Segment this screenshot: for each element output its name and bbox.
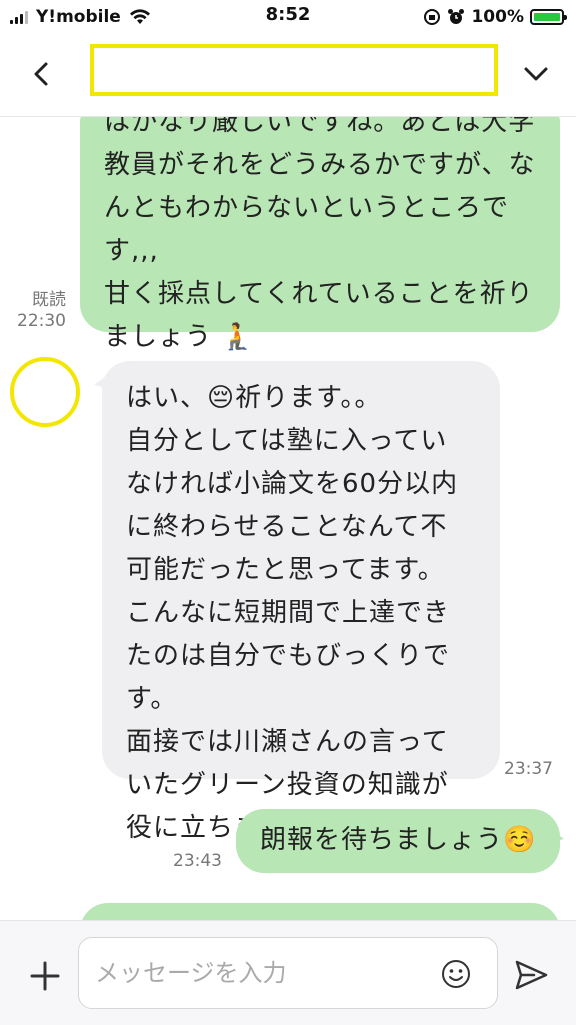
- alarm-icon: [448, 9, 465, 24]
- battery-fill: [534, 13, 560, 21]
- message-line: いたグリーン投資の知識が: [126, 770, 449, 800]
- message-line: す,,,: [104, 236, 159, 266]
- message-line: こんなに短期間で上達でき: [126, 598, 451, 628]
- status-bar: Y!mobile 8:52 100%: [0, 0, 576, 34]
- message-input[interactable]: [78, 937, 498, 1009]
- battery-percent: 100%: [471, 7, 524, 27]
- chevron-down-icon[interactable]: [518, 56, 554, 92]
- avatar[interactable]: [10, 357, 80, 427]
- message-line: 可能だったと思ってます。: [126, 555, 445, 585]
- message-line: 面接では川瀬さんの言って: [126, 727, 449, 757]
- bubble-tail: [548, 827, 564, 843]
- message-time: 23:37: [504, 759, 553, 779]
- plus-icon[interactable]: [28, 959, 62, 993]
- chat-title: [90, 44, 498, 96]
- message-input-bar: [0, 920, 576, 1025]
- message-line: す。: [126, 684, 178, 714]
- message-line: 朗報を待ちましょう☺️: [260, 825, 537, 855]
- message-line: 甘く採点してくれていることを祈り: [104, 279, 534, 309]
- send-icon[interactable]: [514, 959, 548, 991]
- message-time: 22:30: [17, 311, 66, 331]
- chat-area[interactable]: はかなり厳しいですね。あとは大学 教員がそれをどうみるかですが、な んともわから…: [0, 117, 576, 920]
- message-bubble-own[interactable]: 朗報を待ちましょう☺️: [236, 809, 560, 873]
- message-time: 23:43: [173, 851, 222, 871]
- message-line: ましょう 🧎: [104, 322, 255, 352]
- message-bubble-own[interactable]: [80, 903, 560, 920]
- message-line: 自分としては塾に入ってい: [126, 426, 448, 456]
- message-bubble-other[interactable]: はい、😔祈ります。。 自分としては塾に入ってい なければ小論文を60分以内 に終…: [102, 361, 500, 843]
- orientation-lock-icon: [424, 9, 441, 25]
- message-line: はい、😔祈ります。。: [126, 383, 382, 413]
- chat-header: [0, 34, 576, 117]
- battery-icon: [530, 9, 567, 25]
- read-receipt: 既読: [32, 290, 66, 310]
- message-line: んともわからないというところで: [104, 193, 510, 223]
- message-bubble-own[interactable]: はかなり厳しいですね。あとは大学 教員がそれをどうみるかですが、な んともわから…: [80, 117, 560, 352]
- chevron-left-icon[interactable]: [24, 56, 60, 92]
- emoji-icon[interactable]: [440, 958, 472, 990]
- message-line: たのは自分でもびっくりで: [126, 641, 451, 671]
- message-line: なければ小論文を60分以内: [126, 469, 459, 499]
- message-line: はかなり厳しいですね。あとは大学: [104, 117, 536, 137]
- message-line: に終わらせることなんて不: [126, 512, 448, 542]
- message-line: 教員がそれをどうみるかですが、な: [104, 150, 536, 180]
